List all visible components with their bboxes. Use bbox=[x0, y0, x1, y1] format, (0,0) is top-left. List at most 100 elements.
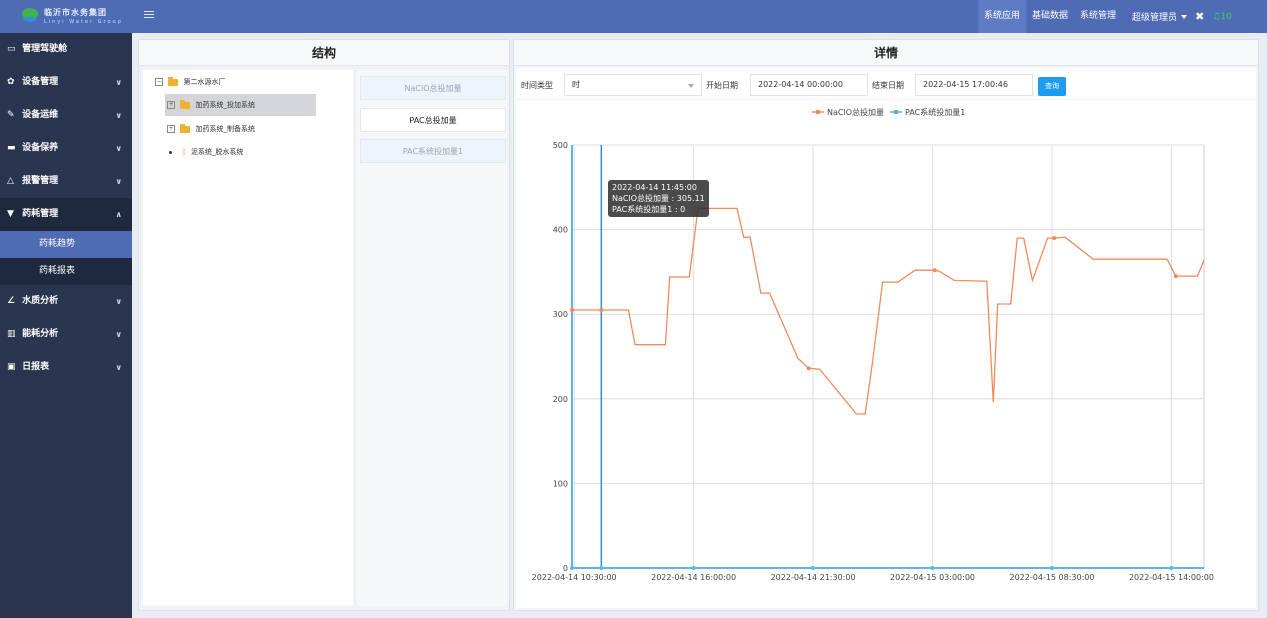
chevron-down-icon bbox=[688, 84, 694, 88]
menu-toggle-icon[interactable] bbox=[144, 11, 154, 21]
user-menu[interactable]: 超级管理员 bbox=[1132, 10, 1188, 23]
sidebar-item-upkeep[interactable]: ▬ 设备保养 ∨ bbox=[0, 132, 132, 165]
tooltip-time: 2022-04-14 11:45:00 bbox=[612, 183, 697, 192]
structure-title: 结构 bbox=[139, 40, 509, 66]
chevron-down-icon: ∨ bbox=[115, 297, 123, 306]
detail-panel: 详情 时间类型 时 开始日期 2022-04-14 00:00:00 结束日期 … bbox=[513, 39, 1259, 611]
tree-node-label: 泥系统_脱水系统 bbox=[190, 148, 244, 156]
sidebar-item-dashboard[interactable]: ▭ 管理驾驶舱 bbox=[0, 33, 132, 66]
sidebar-item-label: 设备管理 bbox=[22, 77, 59, 87]
chart-legend[interactable]: NaClO总投加量 PAC系统投加量1 bbox=[812, 107, 965, 117]
metric-naclo-total[interactable]: NaClO总投加量 bbox=[360, 76, 506, 100]
series-point-naclo bbox=[570, 307, 574, 312]
tree-node-dosing-system[interactable]: + 加药系统_投加系统 bbox=[165, 94, 316, 116]
sidebar-item-energy[interactable]: ▥ 能耗分析 ∨ bbox=[0, 318, 132, 351]
sidebar-subitem-chemical-trend[interactable]: 药耗趋势 bbox=[0, 231, 132, 258]
legend-marker bbox=[894, 110, 898, 114]
series-point-pac bbox=[1049, 566, 1054, 570]
nav-system-apps[interactable]: 系统应用 bbox=[978, 0, 1027, 33]
logo-subtext: Linyi Water Group bbox=[44, 19, 123, 25]
end-date-input[interactable]: 2022-04-15 17:00:46 bbox=[915, 74, 1033, 96]
y-tick-label: 500 bbox=[553, 141, 568, 150]
logo-text: 临沂市水务集团 bbox=[44, 8, 107, 17]
metric-pac-total[interactable]: PAC总投加量 bbox=[360, 108, 506, 132]
x-tick-label: 2022-04-15 03:00:00 bbox=[890, 573, 975, 582]
expand-icon[interactable]: + bbox=[167, 101, 175, 109]
time-type-label: 时间类型 bbox=[521, 81, 553, 90]
sidebar-item-label: 药耗管理 bbox=[22, 209, 59, 219]
nav-system-management[interactable]: 系统管理 bbox=[1074, 0, 1122, 33]
metric-list: NaClO总投加量 PAC总投加量 PAC系统投加量1 bbox=[357, 70, 507, 606]
sidebar-item-alarm[interactable]: △ 报警管理 ∨ bbox=[0, 165, 132, 198]
top-nav: 系统应用 基础数据 系统管理 超级管理员 ✖ ♫10 bbox=[978, 0, 1232, 33]
notification-bell[interactable]: ♫10 bbox=[1212, 12, 1232, 22]
sidebar-item-maintenance[interactable]: ✎ 设备运维 ∨ bbox=[0, 99, 132, 132]
gear-icon: ✿ bbox=[7, 77, 15, 87]
series-point-pac bbox=[930, 566, 935, 570]
tree-node-label: 第二水源水厂 bbox=[183, 78, 226, 86]
tooltip-naclo: NaClO总投加量 : 305.11 bbox=[612, 194, 705, 203]
expand-icon[interactable]: + bbox=[167, 125, 175, 133]
tooltip-pac: PAC系统投加量1 : 0 bbox=[612, 205, 686, 214]
sidebar-item-label: 报警管理 bbox=[22, 176, 59, 186]
line-chart-icon: ∠ bbox=[7, 296, 16, 306]
end-date-label: 结束日期 bbox=[872, 81, 904, 90]
sidebar-item-water-quality[interactable]: ∠ 水质分析 ∨ bbox=[0, 285, 132, 318]
chevron-up-icon: ∧ bbox=[115, 210, 123, 219]
start-date-input[interactable]: 2022-04-14 00:00:00 bbox=[750, 74, 868, 96]
sidebar-item-label: 日报表 bbox=[22, 362, 50, 372]
legend-label: NaClO总投加量 bbox=[827, 107, 884, 117]
bullet-icon bbox=[169, 150, 172, 154]
logo[interactable]: 临沂市水务集团 Linyi Water Group bbox=[20, 6, 123, 28]
fullscreen-icon[interactable]: ✖ bbox=[1195, 10, 1204, 23]
sidebar-item-daily-report[interactable]: ▣ 日报表 ∨ bbox=[0, 351, 132, 384]
y-axis: 0 100 200 300 400 500 bbox=[553, 141, 568, 573]
series-point-pac bbox=[599, 566, 604, 570]
legend-marker bbox=[816, 110, 820, 114]
legend-label: PAC系统投加量1 bbox=[905, 107, 965, 117]
filter-icon: ▼ bbox=[7, 209, 14, 219]
collapse-icon[interactable]: − bbox=[155, 78, 163, 86]
chevron-down-icon: ∨ bbox=[115, 363, 123, 372]
notification-count: 10 bbox=[1220, 11, 1232, 22]
x-axis: 2022-04-14 10:30:00 2022-04-14 16:00:00 20… bbox=[532, 573, 1214, 582]
x-tick-label: 2022-04-15 14:00:00 bbox=[1129, 573, 1214, 582]
structure-tree: − 第二水源水厂 + 加药系统_投加系统 + 加药系统_制备系统 ◊ 泥系统_脱… bbox=[143, 70, 353, 606]
series-point-naclo bbox=[806, 366, 811, 371]
sidebar-subitem-chemical-report[interactable]: 药耗报表 bbox=[0, 258, 132, 285]
nav-basic-data[interactable]: 基础数据 bbox=[1026, 0, 1074, 33]
x-tick-label: 2022-04-14 10:30:00 bbox=[532, 573, 617, 582]
time-type-value: 时 bbox=[572, 80, 580, 89]
report-icon: ▣ bbox=[7, 362, 16, 372]
leaf-icon: ◊ bbox=[182, 148, 186, 156]
tree-node-prep-system[interactable]: + 加药系统_制备系统 bbox=[167, 122, 255, 136]
chart-series bbox=[570, 207, 1205, 570]
series-point-naclo bbox=[1173, 274, 1178, 279]
sidebar-item-chemical[interactable]: ▼ 药耗管理 ∧ bbox=[0, 198, 132, 231]
chevron-down-icon: ∨ bbox=[115, 177, 123, 186]
folder-open-icon bbox=[168, 76, 179, 86]
toolbox-icon: ▬ bbox=[7, 143, 16, 153]
chevron-down-icon bbox=[1181, 14, 1188, 19]
user-name: 超级管理员 bbox=[1132, 13, 1178, 23]
sidebar-item-label: 管理驾驶舱 bbox=[22, 44, 68, 54]
sidebar-item-equipment[interactable]: ✿ 设备管理 ∨ bbox=[0, 66, 132, 99]
tree-node-root[interactable]: − 第二水源水厂 bbox=[155, 75, 225, 89]
metric-pac-system-1[interactable]: PAC系统投加量1 bbox=[360, 139, 506, 163]
query-button[interactable]: 查询 bbox=[1038, 77, 1066, 96]
chevron-down-icon: ∨ bbox=[115, 111, 123, 120]
top-bar: 临沂市水务集团 Linyi Water Group 系统应用 基础数据 系统管理… bbox=[0, 0, 1267, 33]
tree-node-sludge-system[interactable]: ◊ 泥系统_脱水系统 bbox=[169, 145, 243, 159]
chevron-down-icon: ∨ bbox=[115, 78, 123, 87]
wrench-icon: ✎ bbox=[7, 110, 15, 120]
structure-panel: 结构 − 第二水源水厂 + 加药系统_投加系统 + 加药系统_制备系统 ◊ 泥系… bbox=[138, 39, 510, 611]
filter-toolbar: 时间类型 时 开始日期 2022-04-14 00:00:00 结束日期 202… bbox=[516, 68, 1256, 100]
time-type-select[interactable]: 时 bbox=[564, 74, 702, 96]
series-point-naclo bbox=[1052, 236, 1057, 241]
tree-node-label: 加药系统_制备系统 bbox=[195, 125, 255, 133]
series-line-naclo bbox=[572, 207, 1205, 415]
y-tick-label: 300 bbox=[553, 310, 568, 319]
chevron-down-icon: ∨ bbox=[115, 144, 123, 153]
detail-title: 详情 bbox=[514, 40, 1258, 66]
bell-icon: △ bbox=[7, 176, 14, 186]
